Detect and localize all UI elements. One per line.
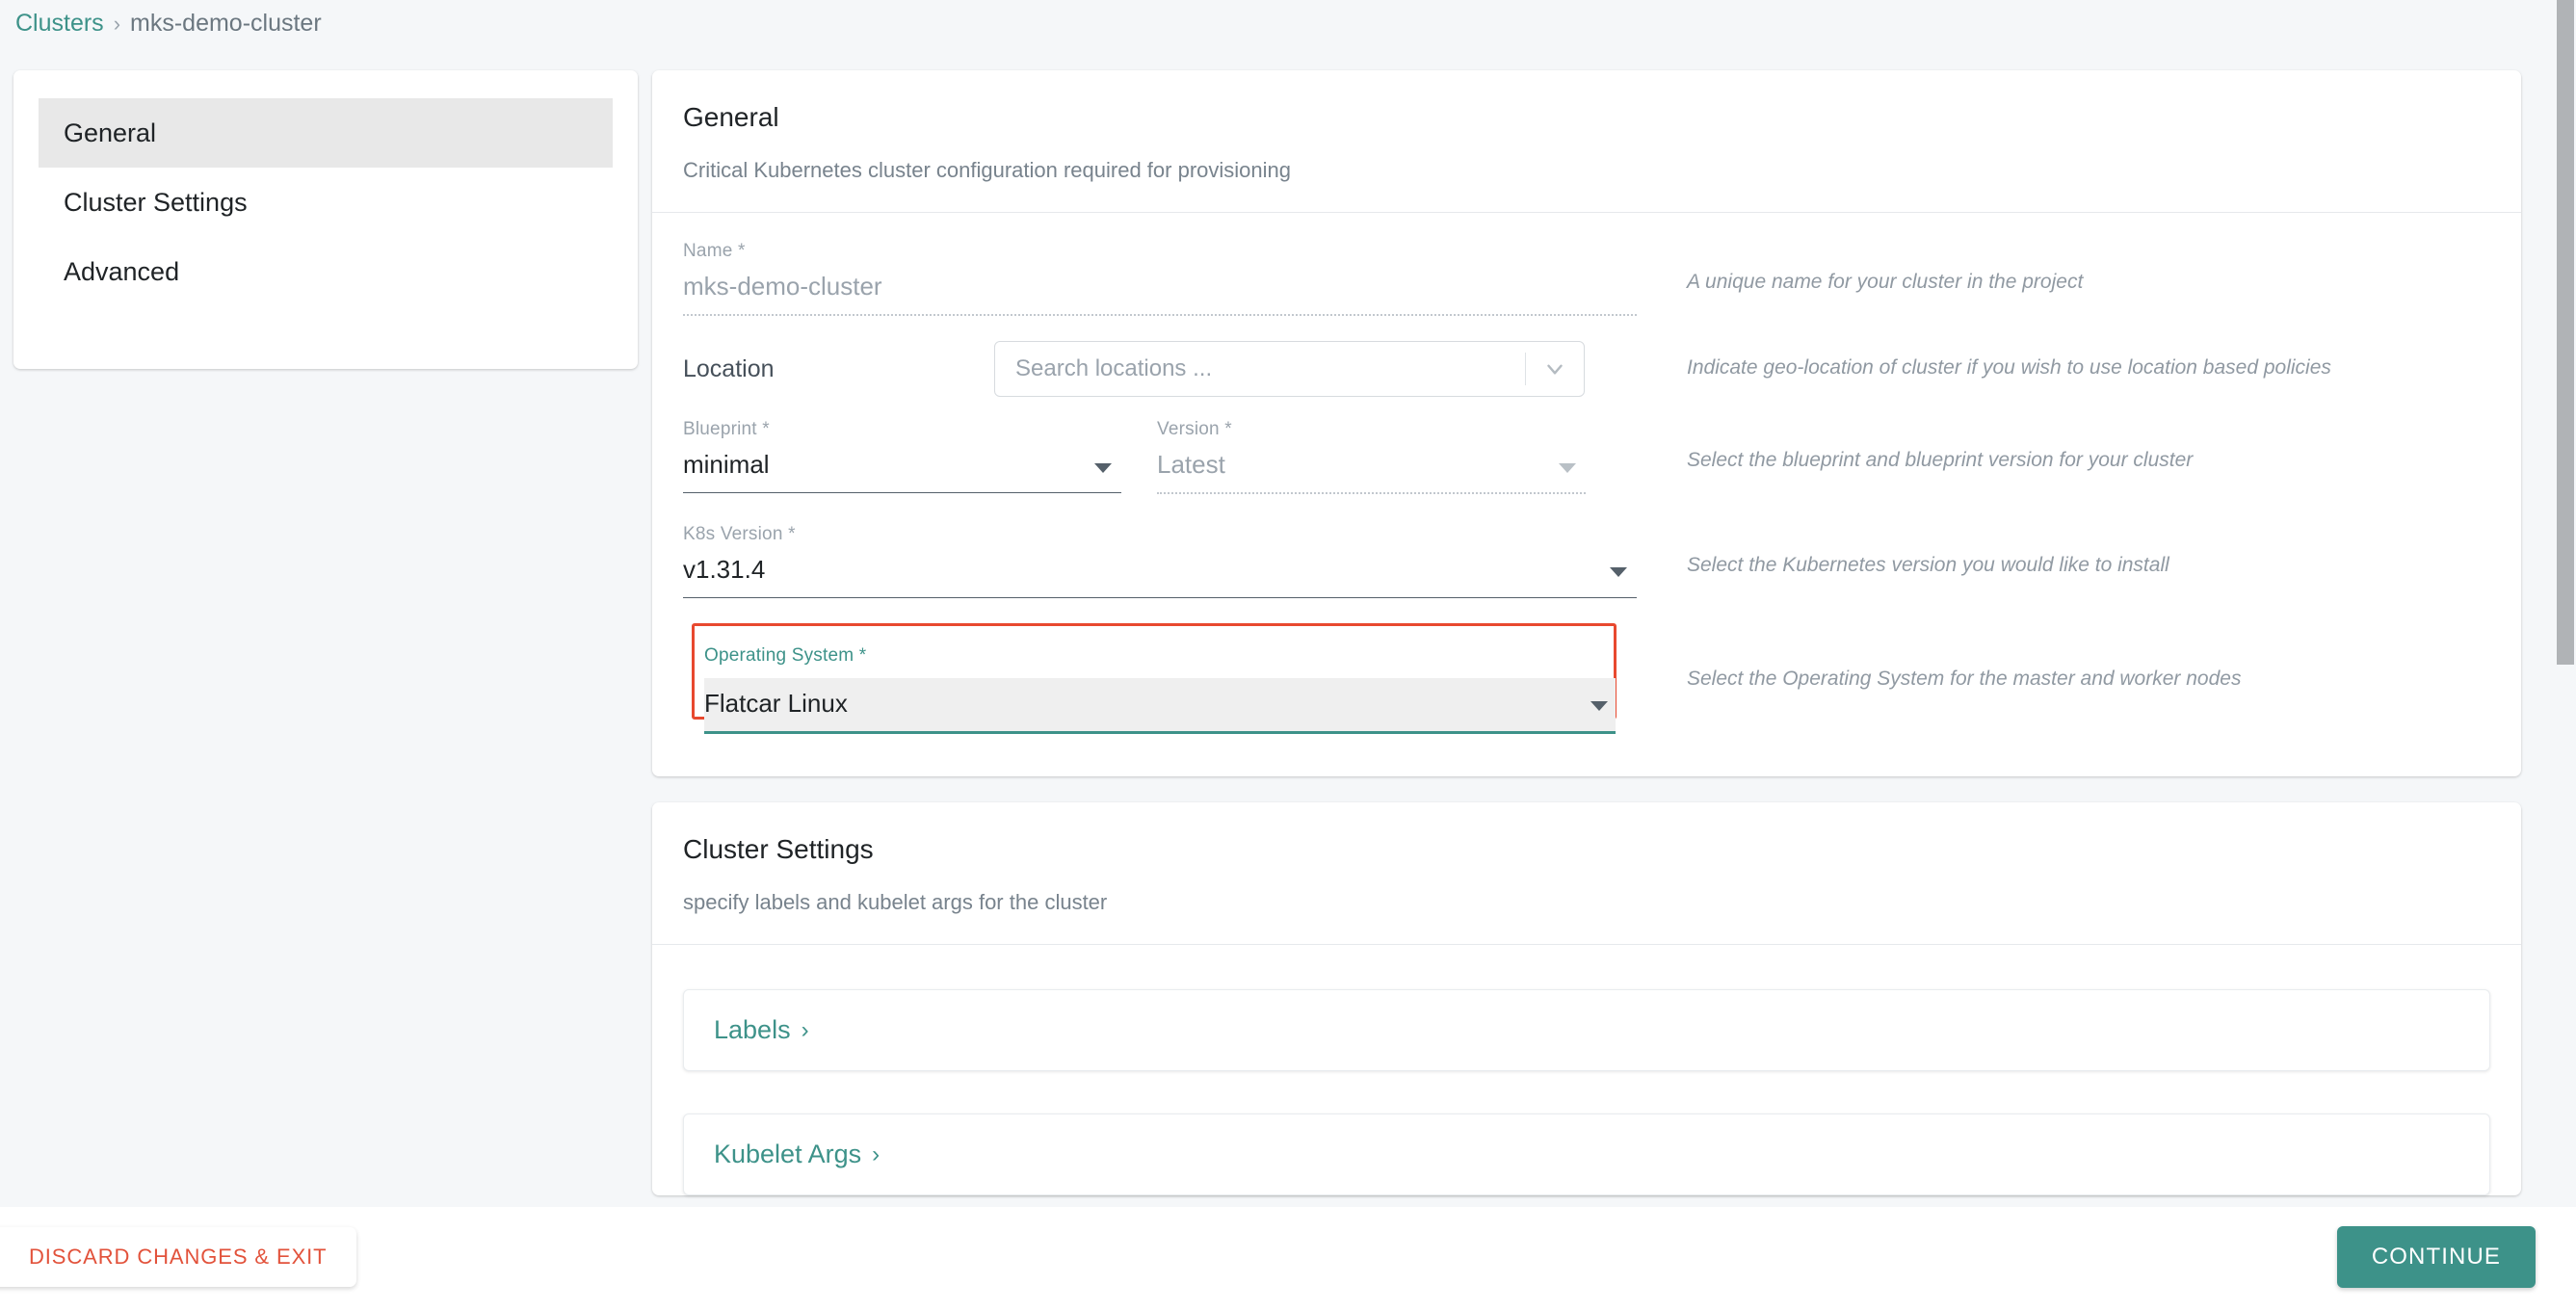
general-subtitle: Critical Kubernetes cluster configuratio… — [683, 158, 1291, 182]
sidebar-item-general[interactable]: General — [39, 98, 613, 168]
general-form: Name * mks-demo-cluster A unique name fo… — [652, 213, 2521, 776]
form-row-k8s-version: K8s Version * v1.31.4 Select the Kuberne… — [683, 525, 2490, 598]
blueprint-value: minimal — [683, 450, 770, 479]
version-underline — [1157, 492, 1586, 494]
blueprint-select[interactable]: Blueprint * minimal — [683, 420, 1121, 494]
sidebar-nav-card: General Cluster Settings Advanced — [13, 70, 638, 369]
continue-button[interactable]: CONTINUE — [2336, 1226, 2536, 1288]
cluster-settings-body: Labels › Kubelet Args › — [652, 945, 2521, 1195]
name-underline — [683, 314, 1637, 316]
accordion-labels[interactable]: Labels › — [683, 989, 2490, 1071]
general-card-header: General Critical Kubernetes cluster conf… — [652, 70, 2521, 212]
breadcrumb-link-clusters[interactable]: Clusters — [15, 10, 104, 38]
form-row-operating-system: Operating System * Flatcar Linux Select … — [683, 623, 2490, 734]
k8s-version-underline — [683, 597, 1637, 598]
accordion-labels-label: Labels — [714, 1015, 791, 1044]
scrollbar-thumb[interactable] — [2557, 0, 2574, 665]
location-hint: Indicate geo-location of cluster if you … — [1687, 356, 2331, 379]
sidebar-item-label: General — [64, 118, 157, 147]
sidebar-item-cluster-settings[interactable]: Cluster Settings — [39, 168, 613, 237]
k8s-version-select[interactable]: K8s Version * v1.31.4 — [683, 525, 1637, 598]
cluster-settings-header: Cluster Settings specify labels and kube… — [652, 802, 2521, 944]
name-value: mks-demo-cluster — [683, 272, 882, 301]
version-select[interactable]: Version * Latest — [1157, 420, 1586, 494]
form-row-blueprint: Blueprint * minimal Version * Latest Sel… — [683, 420, 2490, 494]
chevron-right-icon: › — [801, 1016, 809, 1043]
breadcrumb: Clusters › mks-demo-cluster — [15, 10, 322, 38]
accordion-kubelet-args[interactable]: Kubelet Args › — [683, 1114, 2490, 1195]
version-label: Version * — [1157, 419, 1232, 439]
dropdown-caret-icon[interactable] — [1559, 463, 1576, 473]
k8s-version-hint: Select the Kubernetes version you would … — [1687, 554, 2169, 576]
operating-system-underline — [704, 731, 1616, 734]
blueprint-label: Blueprint * — [683, 419, 770, 439]
dropdown-caret-icon[interactable] — [1094, 463, 1112, 473]
k8s-version-value: v1.31.4 — [683, 555, 766, 584]
main-content: General Critical Kubernetes cluster conf… — [652, 70, 2521, 1238]
sidebar-item-advanced[interactable]: Advanced — [39, 237, 613, 306]
operating-system-select[interactable]: Operating System * Flatcar Linux — [683, 631, 1637, 734]
cluster-settings-card: Cluster Settings specify labels and kube… — [652, 802, 2521, 1195]
form-row-name: Name * mks-demo-cluster A unique name fo… — [683, 242, 2490, 316]
accordion-labels-label-wrap: Labels › — [714, 1015, 809, 1045]
accordion-kubelet-args-label-wrap: Kubelet Args › — [714, 1140, 880, 1169]
blueprint-hint: Select the blueprint and blueprint versi… — [1687, 449, 2194, 471]
page-root: Clusters › mks-demo-cluster General Clus… — [0, 0, 2576, 1310]
cluster-settings-title: Cluster Settings — [683, 834, 874, 864]
blueprint-underline — [683, 492, 1121, 493]
location-label: Location — [683, 354, 775, 382]
name-label: Name * — [683, 241, 746, 261]
chevron-down-icon[interactable] — [1526, 356, 1584, 381]
accordion-kubelet-args-label: Kubelet Args — [714, 1140, 862, 1168]
breadcrumb-current: mks-demo-cluster — [130, 10, 322, 37]
operating-system-value: Flatcar Linux — [704, 689, 848, 718]
discard-changes-button[interactable]: DISCARD CHANGES & EXIT — [0, 1227, 356, 1287]
location-placeholder: Search locations ... — [1015, 355, 1213, 381]
page-title: General — [683, 102, 779, 132]
dropdown-caret-icon[interactable] — [1590, 701, 1608, 711]
name-hint: A unique name for your cluster in the pr… — [1687, 271, 2084, 293]
dropdown-caret-icon[interactable] — [1610, 567, 1627, 577]
footer-action-bar: DISCARD CHANGES & EXIT CONTINUE — [0, 1207, 2576, 1310]
breadcrumb-separator-icon: › — [113, 11, 121, 36]
form-row-location: Location Search locations ... Indicate g… — [683, 341, 2490, 397]
location-select[interactable]: Search locations ... — [994, 341, 1585, 397]
operating-system-hint: Select the Operating System for the mast… — [1687, 668, 2242, 690]
chevron-right-icon: › — [872, 1140, 881, 1167]
k8s-version-label: K8s Version * — [683, 524, 796, 544]
name-field[interactable]: Name * mks-demo-cluster — [683, 242, 1637, 316]
sidebar-item-label: Advanced — [64, 256, 180, 286]
scrollbar-track[interactable] — [2555, 0, 2576, 1207]
cluster-settings-subtitle: specify labels and kubelet args for the … — [683, 890, 1108, 914]
operating-system-input-surface: Flatcar Linux — [704, 678, 1616, 731]
sidebar-item-label: Cluster Settings — [64, 187, 248, 217]
version-value: Latest — [1157, 450, 1225, 479]
general-card: General Critical Kubernetes cluster conf… — [652, 70, 2521, 776]
operating-system-label: Operating System * — [704, 645, 867, 666]
